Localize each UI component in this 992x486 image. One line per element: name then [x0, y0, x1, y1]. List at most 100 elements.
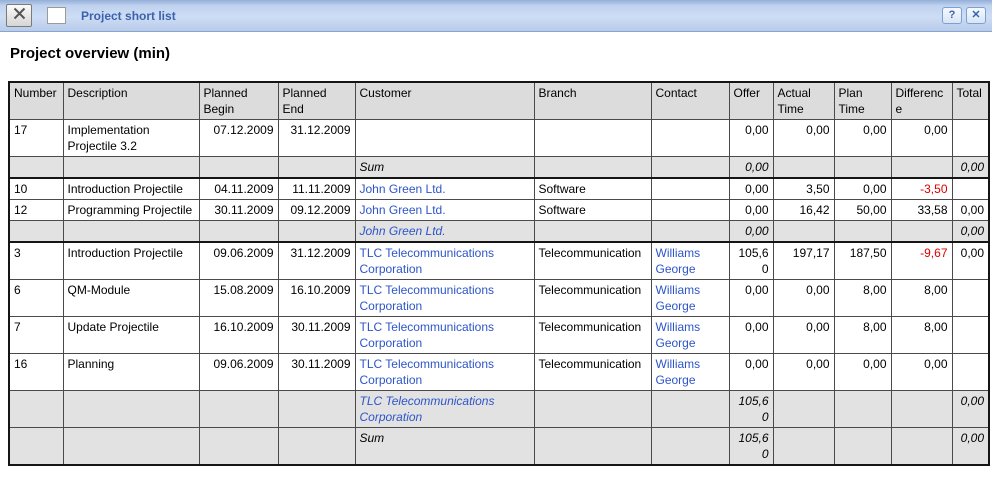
- cell-customer: John Green Ltd.: [355, 178, 534, 200]
- column-header-description: Description: [63, 82, 199, 120]
- cell-actual-time: 197,17: [773, 242, 834, 280]
- cell-offer: 0,00: [729, 157, 773, 179]
- column-header-difference: Difference: [891, 82, 952, 120]
- cell-number: [9, 221, 63, 243]
- cell-customer: Sum: [355, 157, 534, 179]
- select-all-checkbox[interactable]: [47, 7, 66, 24]
- cell-plan-time: [834, 221, 891, 243]
- cell-customer: TLC Telecommunications Corporation: [355, 391, 534, 428]
- header-row: NumberDescriptionPlanned BeginPlanned En…: [9, 82, 989, 120]
- customer-link[interactable]: TLC Telecommunications Corporation: [360, 320, 495, 350]
- project-table-container: NumberDescriptionPlanned BeginPlanned En…: [8, 81, 984, 466]
- close-icon: [13, 7, 26, 25]
- cell-total: [952, 178, 989, 200]
- cell-offer: 105,60: [729, 391, 773, 428]
- cell-actual-time: 16,42: [773, 200, 834, 221]
- customer-link[interactable]: John Green Ltd.: [360, 182, 446, 196]
- cell-planned-begin: 15.08.2009: [199, 280, 278, 317]
- cell-branch: [534, 157, 651, 179]
- cell-planned-end: 30.11.2009: [278, 354, 355, 391]
- cell-description: Programming Projectile: [63, 200, 199, 221]
- cell-planned-begin: [199, 221, 278, 243]
- cell-offer: 0,00: [729, 221, 773, 243]
- cell-offer: 0,00: [729, 280, 773, 317]
- cell-customer: TLC Telecommunications Corporation: [355, 354, 534, 391]
- cell-customer: Sum: [355, 428, 534, 466]
- cell-planned-begin: 04.11.2009: [199, 178, 278, 200]
- cell-planned-end: 09.12.2009: [278, 200, 355, 221]
- cell-customer: TLC Telecommunications Corporation: [355, 317, 534, 354]
- cell-total: 0,00: [952, 391, 989, 428]
- cell-actual-time: 0,00: [773, 280, 834, 317]
- cell-contact: Williams George: [651, 242, 729, 280]
- sum-label: Sum: [360, 160, 385, 174]
- project-table: NumberDescriptionPlanned BeginPlanned En…: [8, 81, 990, 466]
- cell-actual-time: 0,00: [773, 354, 834, 391]
- customer-link[interactable]: TLC Telecommunications Corporation: [360, 283, 495, 313]
- customer-link[interactable]: TLC Telecommunications Corporation: [360, 357, 495, 387]
- cell-planned-end: [278, 428, 355, 466]
- cell-contact: Williams George: [651, 317, 729, 354]
- sum-row: TLC Telecommunications Corporation 105,60…: [9, 391, 989, 428]
- cell-number: 10: [9, 178, 63, 200]
- cell-actual-time: [773, 391, 834, 428]
- cell-actual-time: 3,50: [773, 178, 834, 200]
- cell-contact: [651, 428, 729, 466]
- column-header-actual-time: Actual Time: [773, 82, 834, 120]
- table-row: 7Update Projectile16.10.200930.11.2009TL…: [9, 317, 989, 354]
- table-row: 17Implementation Projectile 3.207.12.200…: [9, 120, 989, 157]
- cell-branch: [534, 428, 651, 466]
- cell-difference: [891, 157, 952, 179]
- cell-total: 0,00: [952, 428, 989, 466]
- customer-link[interactable]: John Green Ltd.: [360, 203, 446, 217]
- cell-number: 16: [9, 354, 63, 391]
- cell-branch: [534, 120, 651, 157]
- cell-number: [9, 391, 63, 428]
- cell-customer: TLC Telecommunications Corporation: [355, 280, 534, 317]
- contact-link[interactable]: Williams George: [656, 246, 701, 276]
- titlebar: Project short list ? ✕: [0, 0, 992, 32]
- cell-branch: Telecommunication: [534, 354, 651, 391]
- column-header-offer: Offer: [729, 82, 773, 120]
- cell-contact: Williams George: [651, 280, 729, 317]
- cell-plan-time: 50,00: [834, 200, 891, 221]
- cell-number: 12: [9, 200, 63, 221]
- sum-customer-link[interactable]: John Green Ltd.: [360, 224, 446, 238]
- contact-link[interactable]: Williams George: [656, 320, 701, 350]
- cell-difference: [891, 391, 952, 428]
- cell-actual-time: 0,00: [773, 317, 834, 354]
- cell-plan-time: [834, 391, 891, 428]
- cell-total: [952, 317, 989, 354]
- cell-planned-begin: 30.11.2009: [199, 200, 278, 221]
- cell-customer: John Green Ltd.: [355, 200, 534, 221]
- cell-number: [9, 157, 63, 179]
- cell-offer: 105,60: [729, 242, 773, 280]
- cell-number: 7: [9, 317, 63, 354]
- cell-planned-end: [278, 221, 355, 243]
- table-row: 6QM-Module15.08.200916.10.2009TLC Teleco…: [9, 280, 989, 317]
- cell-number: 17: [9, 120, 63, 157]
- column-header-plan-time: Plan Time: [834, 82, 891, 120]
- cell-total: 0,00: [952, 200, 989, 221]
- contact-link[interactable]: Williams George: [656, 357, 701, 387]
- cell-description: Planning: [63, 354, 199, 391]
- cell-planned-end: [278, 157, 355, 179]
- cell-contact: [651, 120, 729, 157]
- cell-actual-time: 0,00: [773, 120, 834, 157]
- customer-link[interactable]: TLC Telecommunications Corporation: [360, 246, 495, 276]
- cell-planned-end: 31.12.2009: [278, 242, 355, 280]
- close-list-button[interactable]: [6, 4, 32, 27]
- sum-customer-link[interactable]: TLC Telecommunications Corporation: [360, 394, 495, 424]
- cell-plan-time: 0,00: [834, 178, 891, 200]
- titlebar-actions: ? ✕: [938, 7, 986, 24]
- close-window-button[interactable]: ✕: [966, 7, 986, 24]
- cell-branch: [534, 221, 651, 243]
- cell-contact: [651, 391, 729, 428]
- help-button[interactable]: ?: [942, 7, 962, 24]
- table-row: 10Introduction Projectile04.11.200911.11…: [9, 178, 989, 200]
- cell-difference: -3,50: [891, 178, 952, 200]
- cell-branch: Software: [534, 200, 651, 221]
- cell-description: Introduction Projectile: [63, 178, 199, 200]
- contact-link[interactable]: Williams George: [656, 283, 701, 313]
- cell-total: [952, 354, 989, 391]
